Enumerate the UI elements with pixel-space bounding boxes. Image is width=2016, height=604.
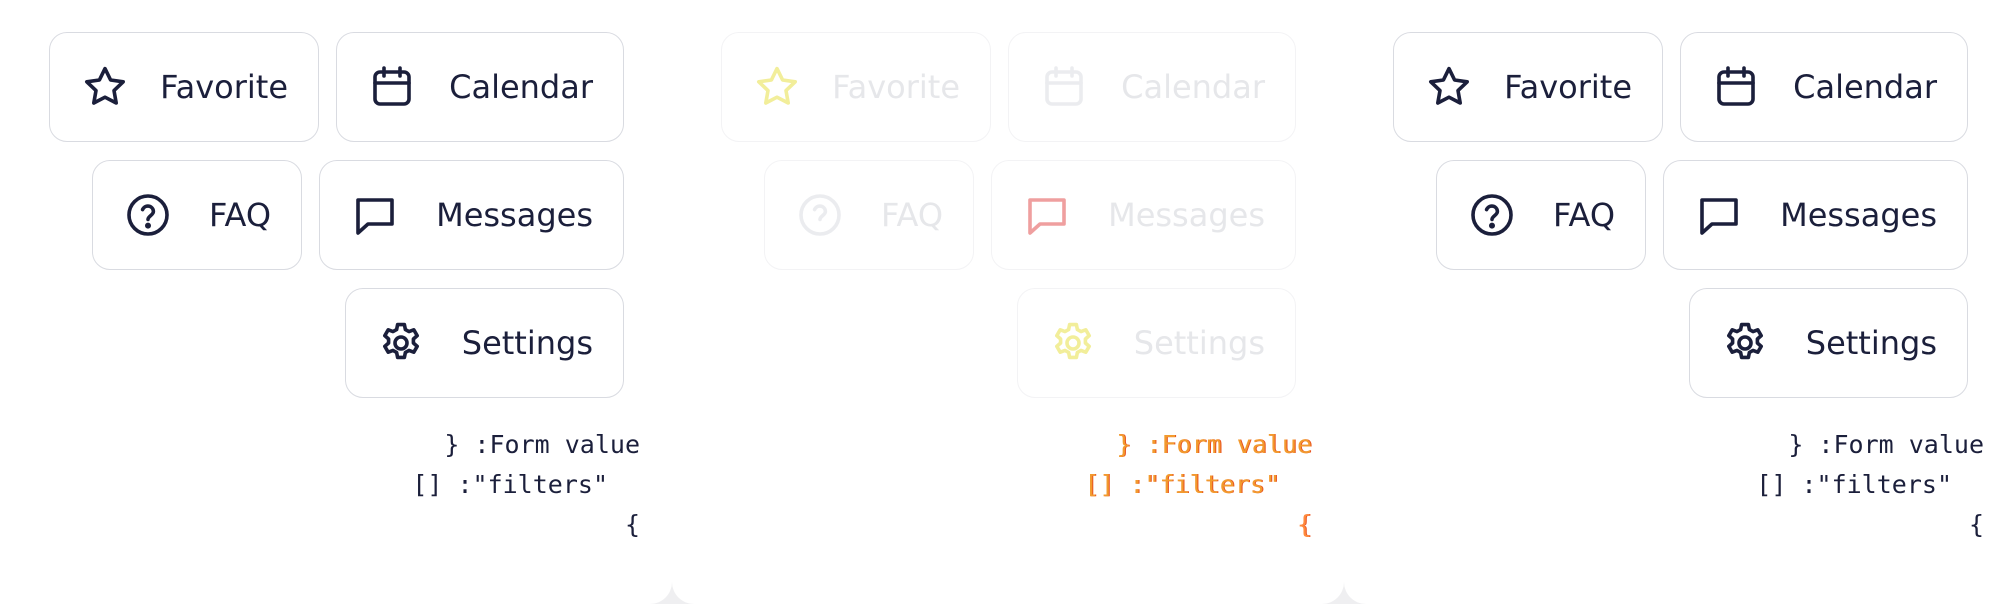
star-icon	[753, 63, 801, 111]
favorite-button[interactable]: Favorite	[49, 32, 319, 142]
messages-label: Messages	[436, 196, 593, 234]
question-circle-icon	[796, 191, 844, 239]
form-value-line: [] :"filters"	[412, 470, 608, 499]
messages-button[interactable]: Messages	[319, 160, 624, 270]
form-value-line: } :Form value	[1788, 430, 1984, 459]
calendar-icon	[1712, 63, 1760, 111]
panel-middle: Favorite Calendar FAQ Messages Settings …	[672, 0, 1344, 604]
form-value-line: } :Form value	[1116, 430, 1312, 459]
faq-button[interactable]: FAQ	[92, 160, 302, 270]
form-value-readout: } :Form value [] :"filters" {	[672, 425, 1312, 555]
settings-button[interactable]: Settings	[1689, 288, 1968, 398]
faq-label: FAQ	[881, 196, 943, 234]
messages-button[interactable]: Messages	[991, 160, 1296, 270]
message-square-icon	[1023, 191, 1071, 239]
calendar-icon	[1040, 63, 1088, 111]
gear-icon	[1049, 319, 1097, 367]
form-value-line: {	[1968, 510, 1984, 539]
gear-icon	[1721, 319, 1769, 367]
calendar-label: Calendar	[1121, 68, 1265, 106]
favorite-label: Favorite	[832, 68, 960, 106]
star-icon	[1425, 63, 1473, 111]
favorite-label: Favorite	[160, 68, 288, 106]
messages-label: Messages	[1108, 196, 1265, 234]
messages-button[interactable]: Messages	[1663, 160, 1968, 270]
question-circle-icon	[1468, 191, 1516, 239]
form-value-readout: } :Form value [] :"filters" {	[0, 425, 640, 555]
calendar-label: Calendar	[449, 68, 593, 106]
form-value-line: [] :"filters"	[1756, 470, 1952, 499]
calendar-button[interactable]: Calendar	[1680, 32, 1968, 142]
form-value-line: } :Form value	[444, 430, 640, 459]
faq-button[interactable]: FAQ	[764, 160, 974, 270]
settings-button[interactable]: Settings	[1017, 288, 1296, 398]
form-value-line: [] :"filters"	[1084, 470, 1280, 499]
favorite-label: Favorite	[1504, 68, 1632, 106]
form-value-line: {	[1296, 510, 1312, 539]
question-circle-icon	[124, 191, 172, 239]
faq-label: FAQ	[209, 196, 271, 234]
settings-label: Settings	[1133, 324, 1265, 362]
settings-button[interactable]: Settings	[345, 288, 624, 398]
favorite-button[interactable]: Favorite	[721, 32, 991, 142]
favorite-button[interactable]: Favorite	[1393, 32, 1663, 142]
gear-icon	[377, 319, 425, 367]
calendar-icon	[368, 63, 416, 111]
messages-label: Messages	[1780, 196, 1937, 234]
faq-label: FAQ	[1553, 196, 1615, 234]
panel-left: Favorite Calendar FAQ Messages Settings …	[0, 0, 672, 604]
calendar-button[interactable]: Calendar	[1008, 32, 1296, 142]
faq-button[interactable]: FAQ	[1436, 160, 1646, 270]
message-square-icon	[1695, 191, 1743, 239]
settings-label: Settings	[461, 324, 593, 362]
message-square-icon	[351, 191, 399, 239]
form-value-line: {	[624, 510, 640, 539]
calendar-label: Calendar	[1793, 68, 1937, 106]
panel-right: Favorite Calendar FAQ Messages Settings …	[1344, 0, 2016, 604]
star-icon	[81, 63, 129, 111]
settings-label: Settings	[1805, 324, 1937, 362]
calendar-button[interactable]: Calendar	[336, 32, 624, 142]
form-value-readout: } :Form value [] :"filters" {	[1344, 425, 1984, 555]
